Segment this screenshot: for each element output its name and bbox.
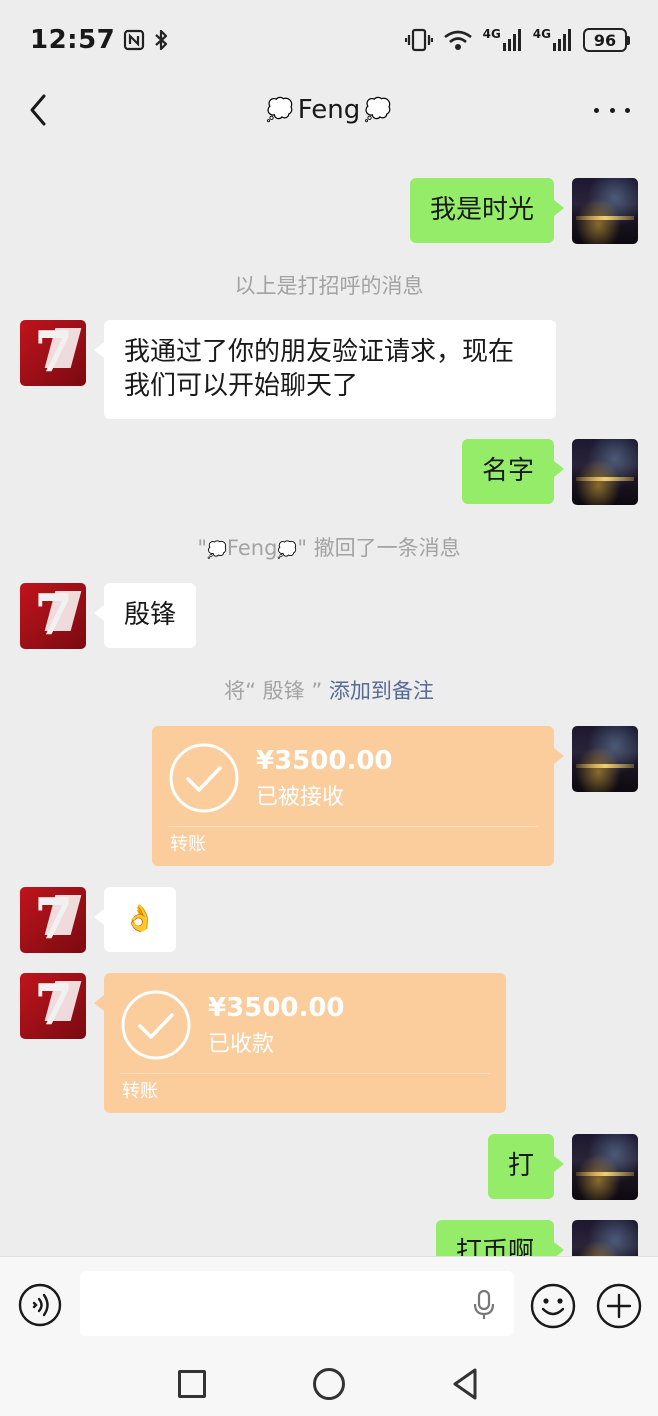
network-label-1: 4G — [482, 27, 501, 41]
message-text: 我通过了你的朋友验证请求，现在我们可以开始聊天了 — [124, 337, 515, 401]
transfer-divider — [168, 826, 538, 827]
transfer-divider — [120, 1073, 490, 1074]
friend-avatar[interactable]: 7 — [20, 973, 86, 1039]
bluetooth-icon — [155, 29, 168, 51]
check-circle-icon — [169, 743, 239, 813]
message-text: 名字 — [481, 456, 534, 486]
status-time: 12:57 — [30, 25, 116, 55]
friend-avatar[interactable]: 7 — [20, 583, 86, 649]
my-avatar[interactable] — [572, 726, 638, 792]
transfer-amount: ¥3500.00 — [256, 746, 393, 776]
recall-notice: "💭Feng💭" 撤回了一条消息 — [0, 532, 658, 562]
transfer-card[interactable]: ¥3500.00 已收款 转账 — [94, 973, 506, 1113]
chat-title-text: Feng — [297, 95, 361, 125]
recall-emoji: 💭 — [277, 540, 298, 559]
network-label-2: 4G — [532, 27, 551, 41]
message-emoji: 👌 — [123, 904, 157, 934]
my-avatar[interactable] — [572, 439, 638, 505]
message-text: 殷锋 — [124, 600, 177, 630]
message-bubble[interactable]: 名字 — [461, 439, 565, 504]
add-remark-link[interactable]: 添加到备注 — [329, 679, 434, 703]
nfc-icon — [124, 29, 145, 51]
back-icon[interactable] — [24, 92, 54, 128]
transfer-type: 转账 — [122, 1081, 158, 1102]
signal-2: 4G — [532, 27, 573, 51]
status-left: 12:57 — [30, 25, 169, 55]
voice-icon[interactable] — [18, 1283, 62, 1327]
transfer-status: 已收款 — [208, 1032, 275, 1057]
vibrate-icon — [404, 28, 433, 52]
system-back-icon[interactable] — [450, 1367, 480, 1401]
title-emoji-right: 💭 — [364, 97, 392, 123]
message-bubble[interactable]: 我通过了你的朋友验证请求，现在我们可以开始聊天了 — [94, 320, 556, 419]
message-input[interactable] — [80, 1271, 514, 1336]
plus-icon[interactable] — [596, 1283, 642, 1329]
system-navigation — [0, 1350, 658, 1416]
transfer-card[interactable]: ¥3500.00 已被接收 转账 — [152, 726, 564, 866]
friend-avatar[interactable]: 7 — [20, 887, 86, 953]
transfer-amount: ¥3500.00 — [208, 993, 345, 1023]
message-text: 打币啊 — [455, 1237, 534, 1256]
signal-1: 4G — [482, 27, 523, 51]
signal-icon — [553, 29, 571, 51]
my-avatar[interactable] — [572, 1220, 638, 1256]
home-icon[interactable] — [313, 1368, 345, 1400]
transfer-status: 已被接收 — [256, 785, 345, 810]
chat-messages[interactable]: 我是时光 以上是打招呼的消息 7 我通过了你的朋友验证请求，现在我们可以开始聊天… — [0, 140, 658, 1256]
recall-suffix: " 撤回了一条消息 — [297, 536, 461, 560]
wifi-icon — [443, 30, 472, 50]
more-dots-icon[interactable] — [594, 96, 630, 124]
signal-icon — [502, 29, 521, 51]
friend-avatar[interactable]: 7 — [20, 320, 86, 386]
microphone-icon[interactable] — [472, 1289, 496, 1321]
my-avatar[interactable] — [572, 1134, 638, 1200]
system-message: 以上是打招呼的消息 — [0, 270, 658, 300]
chat-header: 💭 Feng 💭 — [0, 80, 658, 140]
my-avatar[interactable] — [572, 178, 638, 244]
message-bubble[interactable]: 打 — [487, 1134, 565, 1199]
message-text: 打 — [507, 1151, 534, 1181]
remark-prefix: 将“ 殷锋 ” — [224, 679, 329, 703]
recall-prefix: " — [197, 536, 207, 560]
battery-level: 96 — [583, 28, 627, 52]
recall-emoji: 💭 — [206, 540, 227, 559]
status-right: 4G 4G 96 — [404, 27, 630, 52]
title-emoji-left: 💭 — [266, 97, 294, 123]
battery-icon: 96 — [583, 28, 630, 52]
message-bubble[interactable]: 我是时光 — [409, 178, 565, 243]
transfer-type: 转账 — [170, 834, 206, 855]
message-bubble[interactable]: 殷锋 — [93, 583, 197, 648]
message-text: 我是时光 — [429, 195, 534, 225]
message-bubble[interactable]: 👌 — [94, 887, 176, 952]
remark-suggestion: 将“ 殷锋 ” 添加到备注 — [0, 675, 658, 705]
chat-title: 💭 Feng 💭 — [266, 95, 391, 125]
recall-name: Feng — [226, 536, 278, 560]
input-bar — [0, 1256, 658, 1350]
message-bubble[interactable]: 打币啊 — [435, 1220, 565, 1256]
emoji-icon[interactable] — [530, 1283, 576, 1329]
recent-apps-icon[interactable] — [178, 1370, 206, 1398]
status-bar: 12:57 4G 4G 96 — [0, 0, 658, 80]
system-message-text: 以上是打招呼的消息 — [234, 274, 424, 298]
check-circle-icon — [121, 990, 191, 1060]
